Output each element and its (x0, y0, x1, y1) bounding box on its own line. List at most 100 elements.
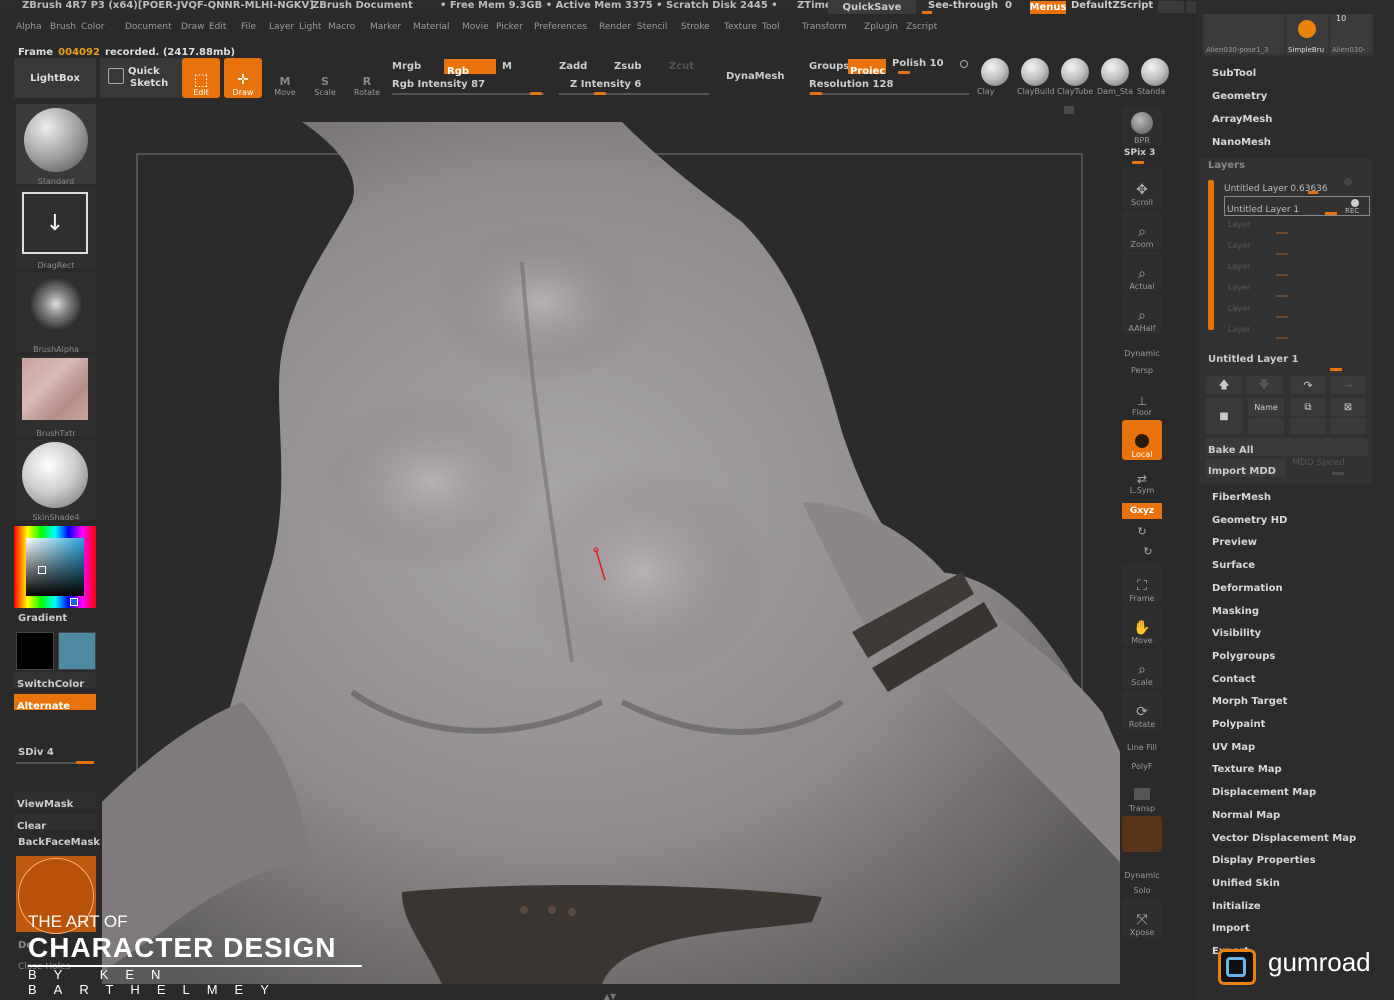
menu-uv-map[interactable]: UV Map (1212, 742, 1255, 753)
menu-stroke[interactable]: Stroke (681, 22, 710, 32)
rgb-intensity-slider[interactable]: Rgb Intensity 87 (392, 79, 485, 90)
menu-draw[interactable]: Draw (181, 22, 205, 32)
menus-button[interactable]: Menus (1030, 1, 1066, 14)
layer-redo-button[interactable]: ↷ (1290, 376, 1326, 394)
tool-thumb-alien[interactable]: Alien030-pose1_3 (1204, 14, 1284, 54)
texture-slot[interactable]: BrushTxtr (16, 356, 96, 438)
menu-zplugin[interactable]: Zplugin (864, 22, 898, 32)
menu-preview[interactable]: Preview (1212, 537, 1257, 548)
bottom-tray-handle[interactable]: ▲▼ (600, 992, 620, 1000)
menu-movie[interactable]: Movie (462, 22, 489, 32)
aahalf-button[interactable]: ⌕ AAHalf (1122, 294, 1162, 334)
menu-file[interactable]: File (241, 22, 256, 32)
menu-texture-map[interactable]: Texture Map (1212, 764, 1282, 775)
zsub-toggle[interactable]: Zsub (614, 61, 641, 72)
resolution-slider[interactable]: Resolution 128 (809, 79, 893, 90)
layer-down-button[interactable]: 🡇 (1246, 376, 1282, 394)
scroll-left-icon[interactable] (1158, 1, 1184, 13)
menu-arraymesh[interactable]: ArrayMesh (1212, 114, 1272, 125)
frame-button[interactable]: ⛶ Frame (1122, 564, 1162, 604)
actual-button[interactable]: ⌕ Actual (1122, 252, 1162, 292)
quicksave-button[interactable]: QuickSave (828, 0, 916, 14)
menu-light[interactable]: Light (299, 22, 321, 32)
menu-morph-target[interactable]: Morph Target (1212, 696, 1287, 707)
project-toggle[interactable]: Projec (848, 59, 886, 74)
menu-import[interactable]: Import (1212, 923, 1250, 934)
persp-button[interactable]: Dynamic Persp (1122, 336, 1162, 376)
layers-scrollbar[interactable] (1208, 180, 1214, 330)
switchcolor-button[interactable]: SwitchColor (14, 672, 96, 690)
selected-layer-slider[interactable]: Untitled Layer 1 (1208, 354, 1299, 365)
menu-normal-map[interactable]: Normal Map (1212, 810, 1280, 821)
menu-marker[interactable]: Marker (370, 22, 401, 32)
menu-masking[interactable]: Masking (1212, 606, 1259, 617)
menu-fibermesh[interactable]: FiberMesh (1212, 492, 1271, 503)
primary-color-swatch[interactable] (16, 632, 54, 670)
layer-next-button[interactable]: → (1330, 376, 1366, 394)
mdd-speed-slider[interactable]: MDD Speed (1292, 458, 1345, 468)
layer-delete-button[interactable]: ⊠ (1330, 398, 1366, 416)
floor-button[interactable]: ⊥ Floor (1122, 378, 1162, 418)
menu-brush[interactable]: Brush (50, 22, 76, 32)
empty-layer-row[interactable]: Layer (1228, 220, 1250, 229)
rotate-view-button[interactable]: ⟳ Rotate (1122, 690, 1162, 730)
menu-material[interactable]: Material (413, 22, 450, 32)
sculpt-viewport[interactable] (102, 102, 1120, 984)
scale-view-button[interactable]: ⌕ Scale (1122, 648, 1162, 688)
menu-deformation[interactable]: Deformation (1212, 583, 1283, 594)
empty-layer-row[interactable]: Layer (1228, 241, 1250, 250)
color-square[interactable] (26, 538, 84, 596)
scale-button[interactable]: S Scale (306, 58, 344, 98)
ghost-button[interactable] (1122, 816, 1162, 852)
menu-contact[interactable]: Contact (1212, 674, 1256, 685)
scroll-button[interactable]: ✥ Scroll (1122, 168, 1162, 208)
xpose-button[interactable]: ⤧ Xpose (1122, 898, 1162, 938)
seethrough-label[interactable]: See-through (928, 0, 998, 11)
menu-unified-skin[interactable]: Unified Skin (1212, 878, 1280, 889)
document-canvas[interactable] (102, 102, 1120, 984)
layer-name-button[interactable]: Name (1248, 398, 1284, 416)
rotate-button[interactable]: R Rotate (348, 58, 386, 98)
gradient-toggle[interactable]: Gradient (18, 613, 67, 624)
layer-flip-button[interactable] (1330, 418, 1366, 434)
menu-picker[interactable]: Picker (496, 22, 523, 32)
polyf-button[interactable]: Line Fill PolyF (1122, 732, 1162, 772)
menu-visibility[interactable]: Visibility (1212, 628, 1261, 639)
menu-layer[interactable]: Layer (269, 22, 294, 32)
layer-merge-button[interactable] (1248, 418, 1284, 434)
brush-claytube[interactable]: ClayTube (1057, 56, 1095, 98)
move-button[interactable]: M Move (266, 58, 304, 98)
script-label[interactable]: DefaultZScript (1071, 0, 1153, 11)
menu-display-properties[interactable]: Display Properties (1212, 855, 1316, 866)
layers-title[interactable]: Layers (1208, 160, 1245, 171)
tool-thumb-alien2[interactable]: 10 Alien030- (1330, 14, 1372, 54)
menu-subtool[interactable]: SubTool (1212, 68, 1256, 79)
brush-standa[interactable]: Standa (1137, 56, 1175, 98)
color-picker[interactable] (14, 526, 96, 608)
mrgb-toggle[interactable]: Mrgb (392, 61, 421, 72)
menu-geometry[interactable]: Geometry (1212, 91, 1267, 102)
layer-up-button[interactable]: 🡅 (1206, 376, 1242, 394)
import-mdd-button[interactable]: Import MDD (1206, 459, 1286, 477)
menu-preferences[interactable]: Preferences (534, 22, 587, 32)
zadd-toggle[interactable]: Zadd (559, 61, 587, 72)
layer-copy-button[interactable]: ⧉ (1290, 398, 1326, 416)
sdiv-slider[interactable]: SDiv 4 (18, 747, 54, 758)
menu-displacement-map[interactable]: Displacement Map (1212, 787, 1316, 798)
layer-new-button[interactable]: ■ (1206, 398, 1242, 434)
menu-stencil[interactable]: Stencil (637, 22, 667, 32)
polish-dot-icon[interactable] (960, 60, 968, 68)
menu-document[interactable]: Document (125, 22, 172, 32)
alpha-slot[interactable]: BrushAlpha (16, 272, 96, 354)
menu-color[interactable]: Color (81, 22, 105, 32)
dynamesh-button[interactable]: DynaMesh (726, 71, 785, 82)
bpr-button[interactable]: BPR (1122, 106, 1162, 146)
brush-clay[interactable]: Clay (977, 56, 1015, 98)
brush-claybuild[interactable]: ClayBuild (1017, 56, 1055, 98)
menu-transform[interactable]: Transform (802, 22, 847, 32)
menu-nanomesh[interactable]: NanoMesh (1212, 137, 1271, 148)
menu-zscript[interactable]: Zscript (906, 22, 937, 32)
menu-initialize[interactable]: Initialize (1212, 901, 1261, 912)
menu-macro[interactable]: Macro (328, 22, 355, 32)
rgb-toggle[interactable]: Rgb (444, 59, 496, 77)
